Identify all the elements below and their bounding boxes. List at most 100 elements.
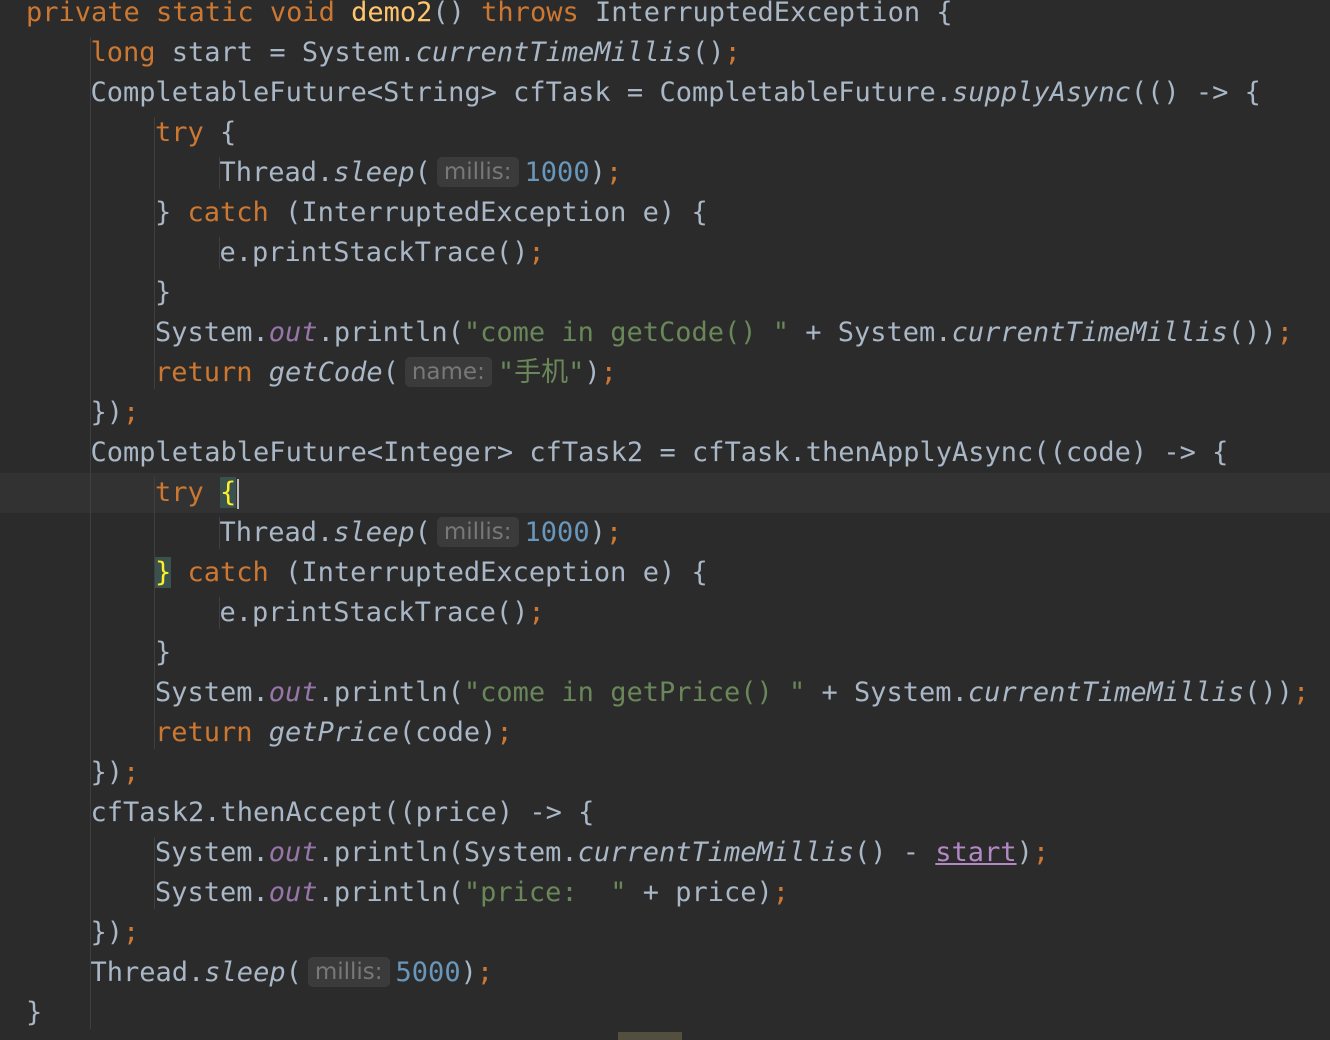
code-token-static-method: sleep [204,957,286,988]
code-token-plain: } [155,277,172,308]
code-token-semi: ; [123,757,140,788]
code-line[interactable]: } catch (InterruptedException e) { [0,553,1330,593]
code-token-plain: .println(System. [317,837,578,868]
code-token-plain: ( [382,357,399,388]
code-token-static-method: currentTimeMillis [951,317,1228,348]
code-token-plain: System. [155,677,269,708]
indent-guide [218,237,220,269]
code-editor[interactable]: private static void demo2() throws Inter… [0,0,1330,1040]
code-token-plain: + price) [626,877,773,908]
code-token-plain: } [155,197,188,228]
code-token-field: out [268,837,318,868]
code-token-method-decl: demo2 [351,0,433,28]
code-token-semi: ; [528,237,545,268]
code-token-semi: ; [123,917,140,948]
code-line[interactable]: CompletableFuture<String> cfTask = Compl… [0,73,1330,113]
code-token-field: out [268,677,318,708]
code-line[interactable]: Thread.sleep(millis: 1000); [0,513,1330,553]
code-token-plain: (() -> { [1130,77,1261,108]
code-token-number: 5000 [395,957,461,988]
code-token-keyword: return [155,717,269,748]
code-line[interactable]: try { [0,473,1330,513]
code-token-semi: ; [1276,317,1293,348]
code-line[interactable]: }); [0,753,1330,793]
code-token-semi: ; [605,517,623,548]
indent-guide [154,837,155,909]
code-line[interactable]: System.out.println("come in getCode() " … [0,313,1330,353]
code-token-static-method: getPrice [268,717,399,748]
code-token-string: "手机" [497,357,585,388]
code-token-static-method: currentTimeMillis [967,677,1245,708]
code-token-plain: ()) [1244,677,1293,708]
code-line[interactable]: }); [0,913,1330,953]
code-token-string: "come in getPrice() " [463,677,806,708]
code-line[interactable]: } [0,993,1330,1033]
code-token-plain: ) [460,957,477,988]
code-token-plain: Thread. [90,957,205,988]
code-token-semi: ; [600,357,617,388]
code-line[interactable]: cfTask2.thenAccept((price) -> { [0,793,1330,833]
code-line[interactable]: long start = System.currentTimeMillis(); [0,33,1330,73]
code-token-brace-match: { [220,477,237,508]
indent-guide [218,157,220,189]
code-token-plain: }) [90,757,124,788]
code-token-plain: ( [414,517,431,548]
code-token-plain: .println( [317,677,464,708]
code-line[interactable]: return getPrice(code); [0,713,1330,753]
code-line[interactable]: e.printStackTrace(); [0,233,1330,273]
code-token-static-method: currentTimeMillis [577,837,855,868]
code-token-plain: ( [285,957,302,988]
code-token-keyword: try [155,117,221,148]
code-token-brace-match: } [155,557,172,588]
indent-guide [218,517,220,549]
code-token-plain: (InterruptedException e) { [285,557,708,588]
code-token-number: 1000 [524,517,590,548]
code-token-keyword: return [155,357,269,388]
code-line[interactable]: System.out.println(System.currentTimeMil… [0,833,1330,873]
code-line[interactable]: System.out.println("price: " + price); [0,873,1330,913]
code-line[interactable]: } [0,273,1330,313]
code-token-plain: CompletableFuture<String> cfTask = Compl… [90,77,953,108]
parameter-hint: millis: [436,157,519,187]
code-line[interactable]: try { [0,113,1330,153]
code-token-static-method: getCode [268,357,383,388]
code-line[interactable]: Thread.sleep(millis: 1000); [0,153,1330,193]
code-line[interactable]: } [0,633,1330,673]
scrollbar-marker[interactable] [618,1032,682,1040]
code-token-semi: ; [496,717,513,748]
code-token-number: 1000 [524,157,590,188]
code-line[interactable]: System.out.println("come in getPrice() "… [0,673,1330,713]
code-token-plain: System. [155,837,269,868]
code-line[interactable]: e.printStackTrace(); [0,593,1330,633]
code-token-plain: Thread. [219,517,334,548]
code-token-plain: ( [414,157,431,188]
code-token-plain: cfTask2.thenAccept((price) -> { [90,797,595,828]
code-token-plain: CompletableFuture<Integer> cfTask2 = cfT… [90,437,1229,468]
code-token-plain: ) [1016,837,1033,868]
indent-guide [218,597,220,629]
code-token-plain: () - [854,837,936,868]
code-line[interactable]: private static void demo2() throws Inter… [0,0,1330,33]
code-token-field: out [268,317,318,348]
code-token-plain: }) [90,917,124,948]
code-line[interactable]: CompletableFuture<Integer> cfTask2 = cfT… [0,433,1330,473]
code-token-plain: } [155,637,172,668]
code-token-plain: (code) [398,717,497,748]
code-token-semi: ; [724,37,741,68]
parameter-hint: millis: [307,957,390,987]
code-token-plain: start = System. [171,37,416,68]
code-token-plain: ) [589,517,606,548]
code-token-field: out [268,877,318,908]
code-line[interactable]: Thread.sleep(millis: 5000); [0,953,1330,993]
code-line[interactable]: return getCode(name: "手机"); [0,353,1330,393]
code-line[interactable]: } catch (InterruptedException e) { [0,193,1330,233]
indent-guide [154,117,155,389]
code-token-semi: ; [528,597,545,628]
code-token-plain: ()) [1227,317,1277,348]
code-line[interactable]: }); [0,393,1330,433]
code-token-plain: e.printStackTrace() [219,237,529,268]
code-token-local-underlined: start [935,837,1017,868]
code-token-semi: ; [123,397,140,428]
code-token-semi: ; [1032,837,1050,868]
